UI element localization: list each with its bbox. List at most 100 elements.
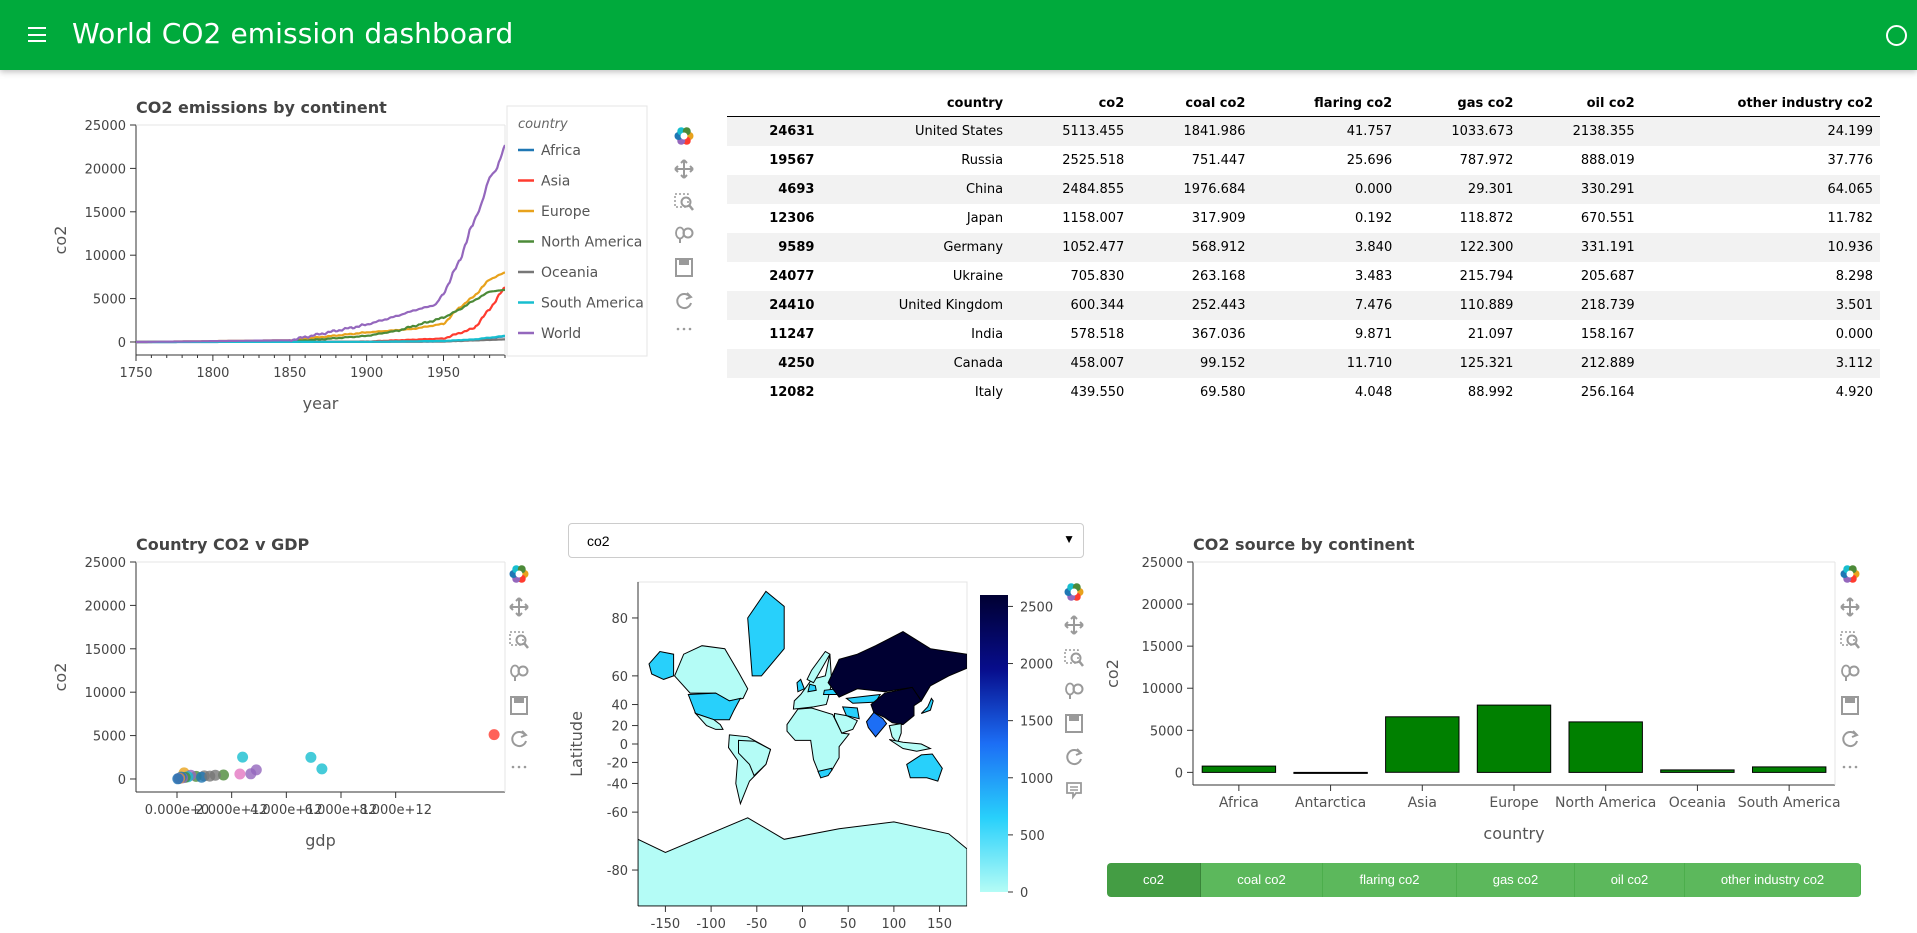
- bokeh-logo-icon[interactable]: [505, 560, 533, 588]
- bar-africa[interactable]: [1201, 765, 1277, 773]
- bokeh-logo-icon[interactable]: [1060, 578, 1088, 606]
- source-option-co2[interactable]: co2: [1107, 863, 1201, 897]
- pan-tool-icon[interactable]: [667, 155, 698, 183]
- table-row[interactable]: 12082 Italy 439.550 69.580 4.048 88.992 256.16…: [727, 378, 1880, 407]
- source-option-gas-co2[interactable]: gas co2: [1457, 863, 1575, 897]
- x-tick-label: 100: [881, 917, 906, 932]
- reset-tool-icon[interactable]: [1836, 725, 1864, 753]
- reset-tool-icon[interactable]: [1060, 743, 1088, 771]
- table-row[interactable]: 24631 United States 5113.455 1841.986 41.757…: [727, 116, 1880, 146]
- x-tick-label: 1850: [273, 366, 306, 381]
- wheel-zoom-tool-icon[interactable]: [1060, 677, 1088, 705]
- reset-tool-icon[interactable]: [505, 725, 533, 753]
- more-tools-icon[interactable]: [505, 758, 533, 786]
- box-zoom-tool-icon[interactable]: [1060, 644, 1088, 672]
- table-row[interactable]: 11247 India 578.518 367.036 9.871 21.097 158.1…: [727, 320, 1880, 349]
- source-option-coal-co2[interactable]: coal co2: [1201, 863, 1323, 897]
- table-cell: 37.776: [1827, 153, 1874, 168]
- scatter-point[interactable]: [316, 763, 328, 775]
- y-axis-label: Latitude: [567, 711, 586, 777]
- zoom-handle: [1854, 642, 1860, 649]
- reset-tool-icon[interactable]: [670, 287, 698, 315]
- table-cell: 11.710: [1252, 349, 1400, 378]
- scatter-chart[interactable]: 05000100001500020000250000.000e+02.000e+…: [0, 540, 560, 860]
- column-header[interactable]: coal co2: [1131, 90, 1253, 117]
- y-tick-label: 5000: [1150, 724, 1183, 739]
- scatter-point[interactable]: [488, 729, 500, 741]
- box-zoom-tool-icon[interactable]: [505, 626, 533, 654]
- more-tools-icon[interactable]: [1836, 758, 1864, 786]
- save-tool-icon[interactable]: [505, 692, 533, 720]
- map-variable-select[interactable]: co2 ▼: [568, 523, 1084, 558]
- bar-chart[interactable]: 0 5000 10000 15000 20000 25000 co2 Africa Antarc…: [1100, 540, 1860, 860]
- bokeh-logo-icon[interactable]: [670, 122, 698, 150]
- pan-tool-icon[interactable]: [1833, 593, 1864, 621]
- country-germany[interactable]: [807, 683, 817, 693]
- column-header[interactable]: country: [821, 90, 1011, 117]
- source-option-oil-co2[interactable]: oil co2: [1575, 863, 1685, 897]
- colorbar-tick-label: 0: [1020, 886, 1028, 901]
- scatter-point[interactable]: [245, 768, 257, 780]
- line-chart[interactable]: 0 5000 10000 15000 20000 25000 1750 1800 1850 190…: [0, 70, 680, 430]
- scatter-point[interactable]: [305, 751, 317, 763]
- table-cell: 568.912: [1131, 233, 1253, 262]
- table-cell: 2484.855: [1010, 175, 1132, 204]
- y-tick-label: 10000: [85, 249, 126, 264]
- wheel-zoom-tool-icon[interactable]: [505, 659, 533, 687]
- pan-tool-icon[interactable]: [1057, 611, 1088, 639]
- table-row[interactable]: 19567 Russia 2525.518 751.447 25.696 787.972 8…: [727, 146, 1880, 175]
- wheel-zoom-tool-icon[interactable]: [1836, 659, 1864, 687]
- scatter-point[interactable]: [237, 751, 249, 763]
- bar-asia[interactable]: [1385, 716, 1460, 773]
- column-header[interactable]: co2: [1010, 90, 1132, 117]
- menu-icon[interactable]: [26, 25, 50, 45]
- y-tick-label: 25000: [85, 556, 126, 571]
- source-option-other-industry-co2[interactable]: other industry co2: [1685, 863, 1861, 897]
- column-header[interactable]: flaring co2: [1252, 90, 1400, 117]
- save-tool-icon[interactable]: [1836, 692, 1864, 720]
- table-cell: 670.551: [1580, 211, 1635, 226]
- x-tick-label: -100: [696, 917, 726, 932]
- source-option-flaring-co2[interactable]: flaring co2: [1323, 863, 1457, 897]
- save-tool-icon[interactable]: [670, 254, 698, 282]
- wheel-zoom-tool-icon[interactable]: [670, 221, 698, 249]
- bar-antarctica[interactable]: [1293, 771, 1368, 774]
- colorbar-tick-label: 2500: [1020, 600, 1053, 615]
- bar-europe[interactable]: [1476, 704, 1552, 773]
- y-tick-label: 25000: [1142, 556, 1183, 571]
- column-header[interactable]: oil co2: [1520, 90, 1642, 117]
- legend-item-label: Africa: [541, 143, 581, 159]
- table-cell: 4.920: [1835, 385, 1873, 400]
- table-cell: 125.321: [1399, 349, 1521, 378]
- bar-south-america[interactable]: [1752, 766, 1827, 773]
- bar-north-america[interactable]: [1568, 721, 1643, 773]
- column-header[interactable]: other industry co2: [1641, 90, 1880, 117]
- more-tools-icon[interactable]: [670, 320, 698, 348]
- table-cell: 0.192: [1355, 211, 1393, 226]
- hover-tool-icon[interactable]: [1057, 776, 1088, 804]
- world-map[interactable]: 80 60 40 20 0 -20 -40 -60 -80 -150 -100 -50 0 50 100 15…: [560, 570, 1080, 933]
- x-tick-label: 1950: [427, 366, 460, 381]
- table-row[interactable]: 24077 Ukraine 705.830 263.168 3.483 215.794 20…: [727, 262, 1880, 291]
- table-row[interactable]: 4250 Canada 458.007 99.152 11.710 125.321 212.…: [727, 349, 1880, 378]
- box-zoom-tool-icon[interactable]: [670, 188, 698, 216]
- table-cell: 888.019: [1580, 153, 1635, 168]
- table-row[interactable]: 24410 United Kingdom 600.344 252.443 7.476 11…: [727, 291, 1880, 320]
- y-axis-label: co2: [51, 663, 70, 692]
- save-label: [1845, 697, 1855, 703]
- pan-tool-icon[interactable]: [502, 593, 533, 621]
- column-header[interactable]: gas co2: [1399, 90, 1521, 117]
- table-row[interactable]: 4693 China 2484.855 1976.684 0.000 29.301 330.…: [727, 175, 1880, 204]
- table-row[interactable]: 12306 Japan 1158.007 317.909 0.192 118.872 670…: [727, 204, 1880, 233]
- scatter-point[interactable]: [172, 773, 184, 785]
- save-tool-icon[interactable]: [1060, 710, 1088, 738]
- bar-oceania[interactable]: [1660, 769, 1735, 773]
- y-tick-label: 10000: [1142, 682, 1183, 697]
- scatter-point[interactable]: [234, 768, 246, 780]
- column-header[interactable]: [727, 90, 822, 117]
- table-row[interactable]: 9589 Germany 1052.477 568.912 3.840 122.300 33…: [727, 233, 1880, 262]
- row-index-cell: 12082: [769, 385, 815, 400]
- bokeh-logo-icon[interactable]: [1836, 560, 1864, 588]
- box-zoom-tool-icon[interactable]: [1836, 626, 1864, 654]
- scatter-point[interactable]: [204, 770, 216, 782]
